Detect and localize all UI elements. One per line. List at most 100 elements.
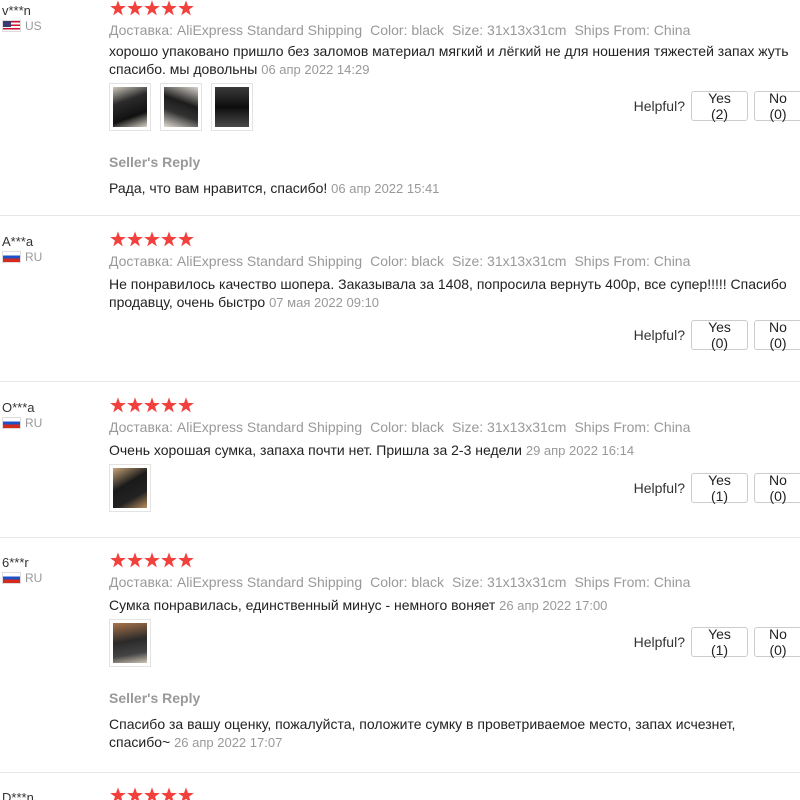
star-icon xyxy=(127,552,143,568)
star-rating xyxy=(110,552,194,568)
reviewer-country: US xyxy=(2,19,42,33)
star-icon xyxy=(127,787,143,800)
review-card: A***a RU Доставка: AliExpress Standard S… xyxy=(0,231,800,381)
order-info: Доставка: AliExpress Standard Shipping Co… xyxy=(109,574,698,590)
review-photos xyxy=(109,619,151,667)
review-photos xyxy=(109,464,151,512)
review-divider xyxy=(0,537,800,538)
review-photo-thumbnail[interactable] xyxy=(109,619,151,667)
star-icon xyxy=(144,397,160,413)
helpful-yes-button[interactable]: Yes (2) xyxy=(691,90,748,122)
star-icon xyxy=(144,787,160,800)
helpful-label: Helpful? xyxy=(633,327,685,343)
star-icon xyxy=(178,231,194,247)
review-photo-thumbnail[interactable] xyxy=(211,83,253,131)
star-icon xyxy=(110,231,126,247)
ships-from: Ships From: China xyxy=(574,253,691,269)
review-photo-thumbnail[interactable] xyxy=(109,464,151,512)
ships-from: Ships From: China xyxy=(574,574,691,590)
review-date: 07 мая 2022 09:10 xyxy=(269,295,380,310)
helpful-controls: Helpful? Yes (2) No (0) xyxy=(634,90,800,122)
review-divider xyxy=(0,772,800,773)
helpful-no-button[interactable]: No (0) xyxy=(754,626,800,658)
helpful-controls: Helpful? Yes (1) No (0) xyxy=(633,472,800,504)
star-icon xyxy=(161,787,177,800)
reviewer-country: RU xyxy=(2,416,42,430)
review-text: Сумка понравилась, единственный минус - … xyxy=(109,597,496,613)
bag-photo xyxy=(113,468,147,508)
star-icon xyxy=(127,0,143,16)
review-date: 26 апр 2022 17:00 xyxy=(499,598,608,613)
star-rating xyxy=(110,231,194,247)
shipping-method: Доставка: AliExpress Standard Shipping xyxy=(109,574,363,590)
review-text: Очень хорошая сумка, запаха почти нет. П… xyxy=(109,442,522,458)
order-info: Доставка: AliExpress Standard Shipping Co… xyxy=(109,253,698,269)
seller-reply-date: 26 апр 2022 17:07 xyxy=(174,735,283,750)
country-code: RU xyxy=(25,416,43,430)
review-date: 06 апр 2022 14:29 xyxy=(261,62,370,77)
helpful-controls: Helpful? Yes (0) No (0) xyxy=(633,319,800,351)
helpful-no-button[interactable]: No (0) xyxy=(754,472,800,504)
reviewer-name: A***a xyxy=(2,234,34,249)
star-icon xyxy=(110,0,126,16)
bag-photo xyxy=(113,87,147,127)
review-text: хорошо упаковано пришло без заломов мате… xyxy=(109,43,789,77)
shipping-method: Доставка: AliExpress Standard Shipping xyxy=(109,253,363,269)
shipping-method: Доставка: AliExpress Standard Shipping xyxy=(109,419,363,435)
star-icon xyxy=(161,552,177,568)
item-size: Size: 31x13x31cm xyxy=(452,22,567,38)
helpful-yes-button[interactable]: Yes (1) xyxy=(691,472,748,504)
country-code: RU xyxy=(25,250,43,264)
review-text-block: Сумка понравилась, единственный минус - … xyxy=(109,596,799,615)
star-icon xyxy=(178,0,194,16)
order-info: Доставка: AliExpress Standard Shipping Co… xyxy=(109,419,698,435)
country-code: RU xyxy=(25,571,43,585)
review-card: v***n US Доставка: AliExpress Standard S… xyxy=(0,0,800,215)
review-photo-thumbnail[interactable] xyxy=(160,83,202,131)
item-color: Color: black xyxy=(370,253,445,269)
helpful-no-button[interactable]: No (0) xyxy=(754,90,800,122)
item-size: Size: 31x13x31cm xyxy=(452,253,567,269)
review-divider xyxy=(0,381,800,382)
star-rating xyxy=(110,0,194,16)
ships-from: Ships From: China xyxy=(574,419,691,435)
star-icon xyxy=(161,397,177,413)
ships-from: Ships From: China xyxy=(574,22,691,38)
bag-photo xyxy=(164,87,198,127)
country-code: US xyxy=(25,19,42,33)
seller-reply-block: Рада, что вам нравится, спасибо! 06 апр … xyxy=(109,179,799,198)
star-icon xyxy=(110,397,126,413)
ru-flag-icon xyxy=(2,251,21,263)
star-icon xyxy=(127,397,143,413)
star-icon xyxy=(178,397,194,413)
review-card: O***a RU Доставка: AliExpress Standard S… xyxy=(0,397,800,537)
star-icon xyxy=(144,231,160,247)
review-photo-thumbnail[interactable] xyxy=(109,83,151,131)
helpful-yes-button[interactable]: Yes (0) xyxy=(691,319,748,351)
item-color: Color: black xyxy=(370,574,445,590)
helpful-no-button[interactable]: No (0) xyxy=(754,319,800,351)
seller-reply-title: Seller's Reply xyxy=(109,690,201,706)
review-text-block: Очень хорошая сумка, запаха почти нет. П… xyxy=(109,441,799,460)
helpful-yes-button[interactable]: Yes (1) xyxy=(691,626,748,658)
reviewer-name: v***n xyxy=(2,3,31,18)
star-icon xyxy=(178,787,194,800)
star-icon xyxy=(178,552,194,568)
ru-flag-icon xyxy=(2,572,21,584)
star-icon xyxy=(161,231,177,247)
star-rating xyxy=(110,397,194,413)
star-icon xyxy=(144,552,160,568)
review-card: D***n xyxy=(0,787,800,800)
shipping-method: Доставка: AliExpress Standard Shipping xyxy=(109,22,363,38)
helpful-label: Helpful? xyxy=(633,480,685,496)
star-icon xyxy=(161,0,177,16)
star-icon xyxy=(127,231,143,247)
seller-reply-block: Спасибо за вашу оценку, пожалуйста, поло… xyxy=(109,715,799,752)
star-icon xyxy=(110,787,126,800)
seller-reply-title: Seller's Reply xyxy=(109,154,201,170)
reviewer-name: D***n xyxy=(2,790,34,800)
item-color: Color: black xyxy=(370,22,445,38)
us-flag-icon xyxy=(2,20,21,32)
reviewer-name: O***a xyxy=(2,400,35,415)
reviewer-country: RU xyxy=(2,571,42,585)
